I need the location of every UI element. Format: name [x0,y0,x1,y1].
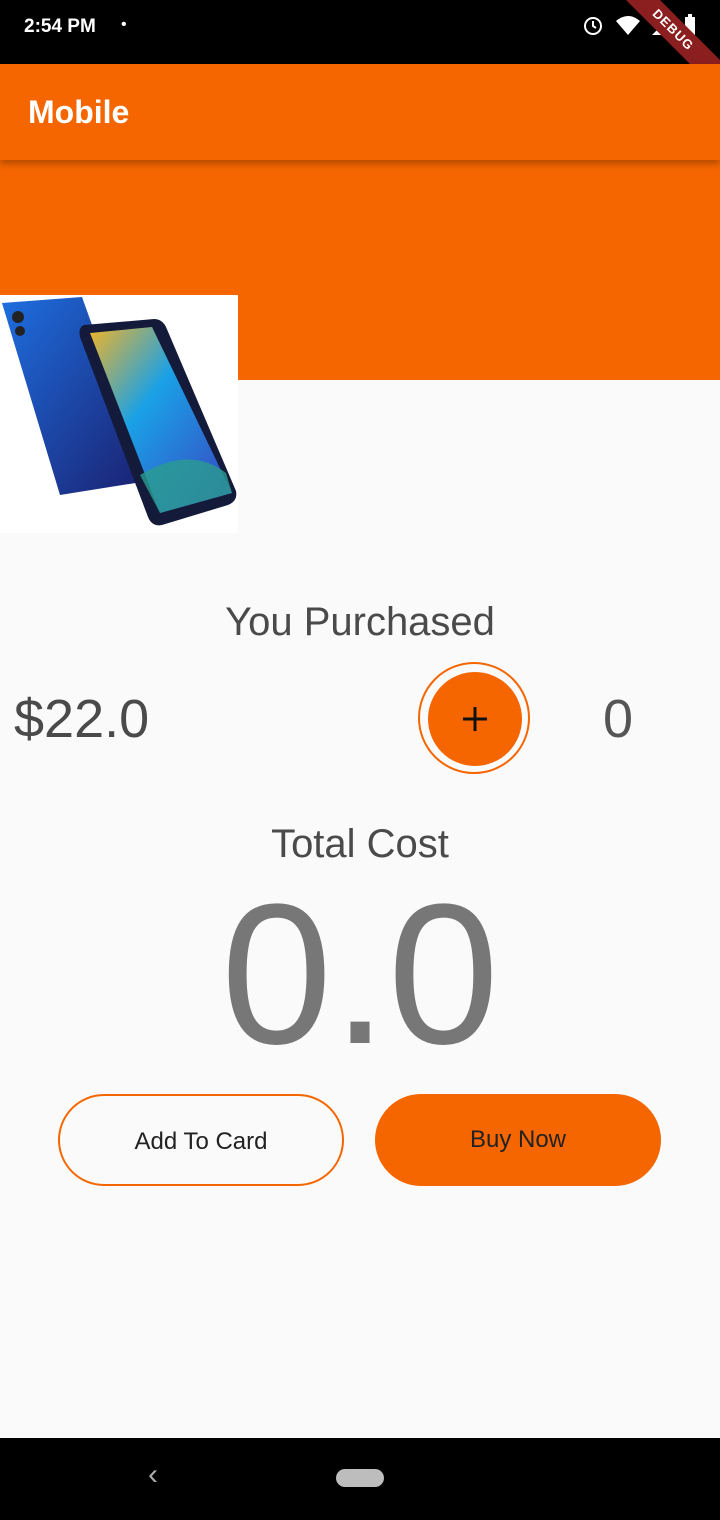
quantity-value: 0 [602,689,634,749]
alarm-icon [582,14,604,41]
status-time: 2:54 PM [24,16,96,37]
unit-price: $22.0 [14,689,150,749]
total-cost-label: Total Cost [271,822,449,866]
status-bar: 2:54 PM • DEBUG [0,0,720,99]
purchased-label: You Purchased [225,600,495,644]
total-cost-value: 0.0 [220,863,500,1086]
app-bar: Mobile [0,64,720,160]
product-image [0,295,238,533]
notification-dot: • [121,16,127,33]
home-pill[interactable] [336,1469,384,1487]
add-to-cart-button[interactable]: Add To Card [58,1094,344,1186]
back-icon[interactable]: ‹ [148,1458,158,1492]
navigation-bar: ‹ [0,1438,720,1520]
add-quantity-button[interactable] [418,662,530,774]
buy-now-button[interactable]: Buy Now [375,1094,661,1186]
wifi-icon [616,15,640,40]
page-title: Mobile [28,94,130,130]
plus-icon [428,672,522,766]
